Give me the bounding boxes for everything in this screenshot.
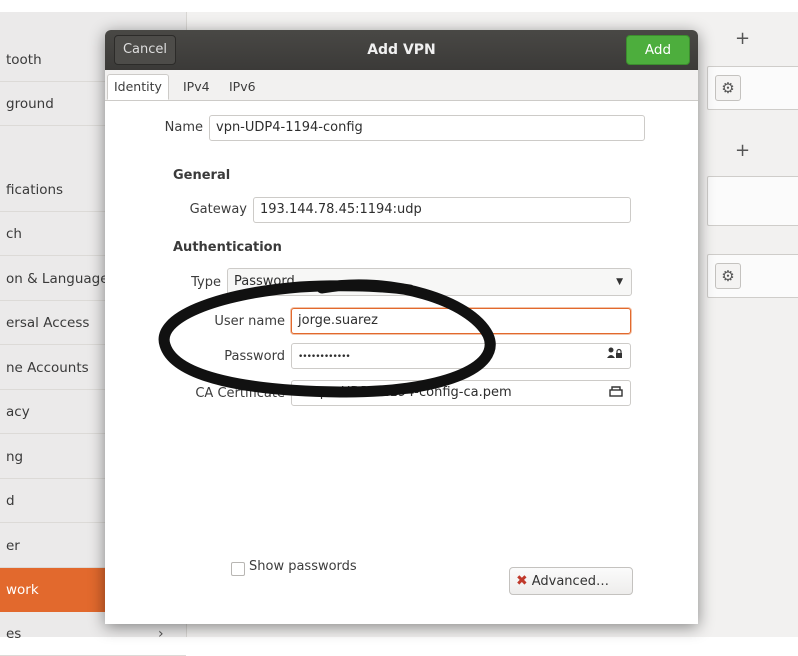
show-passwords-label[interactable]: Show passwords <box>249 559 357 574</box>
type-select-value: Password <box>234 274 295 289</box>
ca-certificate-label: CA Certificate <box>195 386 285 401</box>
cancel-button[interactable]: Cancel <box>114 35 176 65</box>
advanced-button-label: Advanced… <box>531 574 609 589</box>
password-field[interactable]: •••••••••••• <box>291 343 631 369</box>
name-label: Name <box>164 120 203 135</box>
username-label: User name <box>214 314 285 329</box>
tab-identity[interactable]: Identity <box>107 74 169 100</box>
add-vpn-plus-icon[interactable]: + <box>735 28 750 49</box>
dropdown-arrow-icon: ▼ <box>616 277 623 287</box>
password-label: Password <box>224 349 285 364</box>
type-label: Type <box>191 275 221 290</box>
gear-icon[interactable]: ⚙ <box>715 263 741 289</box>
username-field[interactable]: jorge.suarez <box>291 308 631 334</box>
tab-ipv6[interactable]: IPv6 <box>223 75 262 99</box>
general-heading: General <box>173 168 231 183</box>
gateway-field[interactable]: 193.144.78.45:1194:udp <box>253 197 631 223</box>
identity-panel: Name vpn-UDP4-1194-config General Gatewa… <box>105 101 698 624</box>
file-chooser-icon <box>609 381 623 405</box>
password-value: •••••••••••• <box>298 352 351 362</box>
user-lock-icon[interactable] <box>607 344 623 368</box>
add-button[interactable]: Add <box>626 35 690 65</box>
ca-certificate-file-button[interactable]: vpn-UDP4-1194-config-ca.pem <box>291 380 631 406</box>
gateway-label: Gateway <box>189 202 247 217</box>
gear-icon[interactable]: ⚙ <box>715 75 741 101</box>
dialog-titlebar: Add VPN Cancel Add <box>105 30 698 70</box>
authentication-heading: Authentication <box>173 240 282 255</box>
sidebar-item-devices-label: es <box>6 626 22 642</box>
name-field[interactable]: vpn-UDP4-1194-config <box>209 115 645 141</box>
tools-icon: ✖ <box>516 573 528 589</box>
show-passwords-checkbox[interactable] <box>231 562 245 576</box>
advanced-button[interactable]: ✖ Advanced… <box>509 567 633 595</box>
ca-certificate-value: vpn-UDP4-1194-config-ca.pem <box>312 385 512 400</box>
tab-ipv4[interactable]: IPv4 <box>177 75 216 99</box>
network-row-empty <box>707 176 798 226</box>
dialog-title: Add VPN <box>367 42 436 58</box>
network-row: ⚙ <box>707 66 798 110</box>
add-vpn-dialog: Add VPN Cancel Add Identity IPv4 IPv6 Na… <box>105 30 698 624</box>
type-select[interactable]: Password ▼ <box>227 268 632 296</box>
dialog-tabs: Identity IPv4 IPv6 <box>105 70 698 101</box>
network-row: ⚙ <box>707 254 798 298</box>
add-proxy-plus-icon[interactable]: + <box>735 140 750 161</box>
